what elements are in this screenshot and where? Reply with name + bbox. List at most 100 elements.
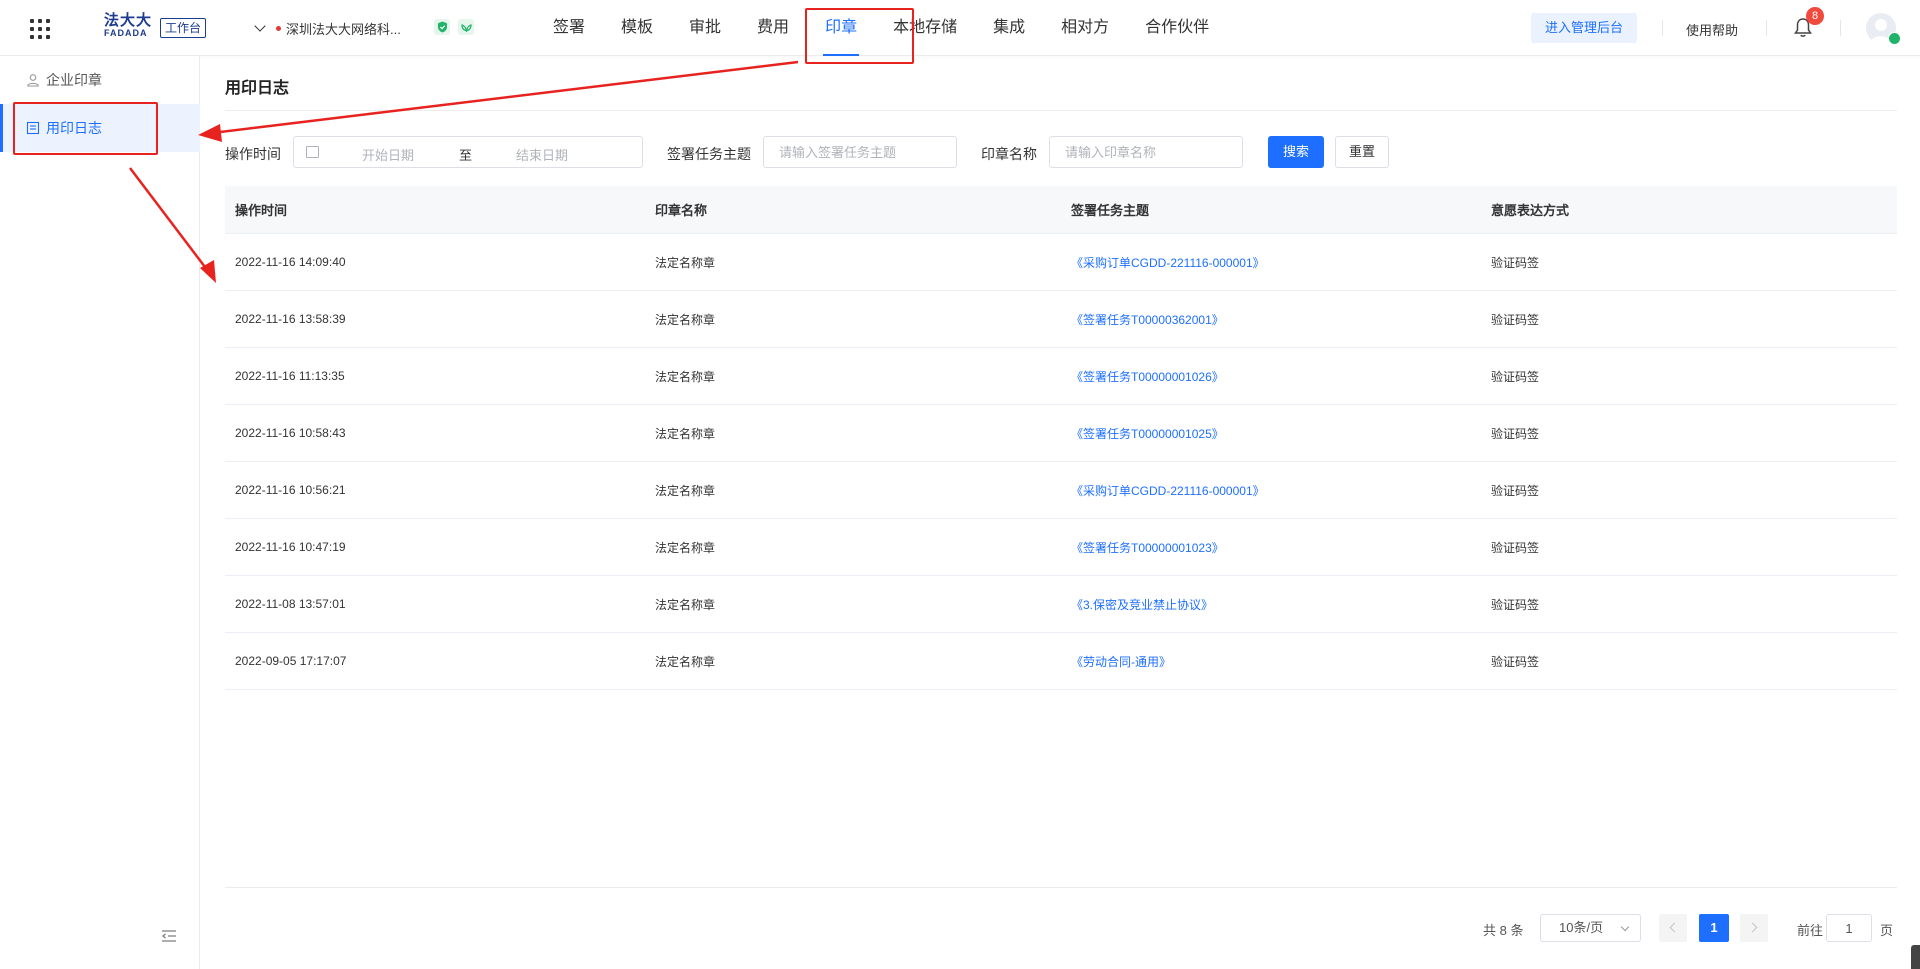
nav-approval[interactable]: 审批: [671, 0, 739, 56]
leaf-icon[interactable]: [458, 19, 474, 35]
cell-intent-method: 验证码签: [1491, 312, 1540, 327]
annotation-highlight-box: [805, 8, 914, 64]
nav-fees[interactable]: 费用: [739, 0, 807, 56]
end-date-placeholder[interactable]: 结束日期: [516, 145, 568, 164]
cell-task-topic-link[interactable]: 《签署任务T00000362001》: [1061, 311, 1479, 328]
cell-intent-method: 验证码签: [1491, 654, 1540, 669]
cell-task-topic-link[interactable]: 《采购订单CGDD-221116-000001》: [1061, 482, 1479, 499]
seal-log-table: 操作时间 印章名称 签署任务主题 意愿表达方式 2022-11-16 14:09…: [225, 186, 1897, 690]
cell-task-topic-link[interactable]: 《签署任务T00000001023》: [1061, 539, 1479, 556]
date-range-picker[interactable]: 开始日期 至 结束日期: [293, 136, 643, 168]
cell-seal-name: 法定名称章: [655, 654, 716, 669]
cell-intent-method: 验证码签: [1491, 597, 1540, 612]
pagination-total: 共 8 条: [1483, 923, 1524, 938]
prev-page-button[interactable]: [1659, 914, 1687, 942]
table-row: 2022-11-16 10:47:19 法定名称章 《签署任务T0000000102…: [225, 519, 1897, 576]
cell-time: 2022-11-16 13:58:39: [235, 312, 346, 326]
page-size-select[interactable]: 10条/页: [1540, 914, 1641, 942]
admin-console-button[interactable]: 进入管理后台: [1531, 13, 1637, 43]
page-number-current[interactable]: 1: [1699, 914, 1729, 942]
table-row: 2022-11-16 13:58:39 法定名称章 《签署任务T0000036200…: [225, 291, 1897, 348]
goto-page-input[interactable]: [1826, 914, 1872, 942]
cell-time: 2022-11-16 10:58:43: [235, 426, 346, 440]
cell-seal-name: 法定名称章: [655, 426, 716, 441]
cell-task-topic-link[interactable]: 《劳动合同-通用》: [1061, 653, 1479, 670]
sidebar-item-company-seals[interactable]: 企业印章: [0, 56, 200, 104]
calendar-icon: [306, 146, 319, 158]
nav-template[interactable]: 模板: [603, 0, 671, 56]
cell-task-topic-link[interactable]: 《签署任务T00000001026》: [1061, 368, 1479, 385]
cell-intent-method: 验证码签: [1491, 483, 1540, 498]
notification-badge: 8: [1806, 7, 1824, 25]
chevron-down-icon: [254, 20, 266, 32]
sidebar-item-label: 企业印章: [46, 72, 102, 88]
cell-intent-method: 验证码签: [1491, 255, 1540, 270]
cell-time: 2022-11-16 14:09:40: [235, 255, 346, 269]
seal-name-input[interactable]: [1049, 136, 1243, 168]
logo-text: 法大大: [104, 12, 153, 29]
table-row: 2022-11-16 10:58:43 法定名称章 《签署任务T0000000102…: [225, 405, 1897, 462]
column-header: 意愿表达方式: [1491, 203, 1570, 218]
scrollbar-handle[interactable]: [1911, 945, 1920, 969]
cell-time: 2022-11-16 10:56:21: [235, 483, 346, 497]
table-row: 2022-11-16 14:09:40 法定名称章 《采购订单CGDD-221116…: [225, 234, 1897, 291]
cell-seal-name: 法定名称章: [655, 483, 716, 498]
top-bar: 法大大 FADADA 工作台 深圳法大大网络科... 签署 模板 审批 费用 印…: [0, 0, 1920, 56]
start-date-placeholder[interactable]: 开始日期: [362, 145, 414, 164]
column-header: 操作时间: [235, 203, 288, 218]
table-body: 2022-11-16 14:09:40 法定名称章 《采购订单CGDD-221116…: [225, 234, 1897, 690]
cell-time: 2022-09-05 17:17:07: [235, 654, 347, 668]
divider: [1662, 20, 1663, 36]
cell-seal-name: 法定名称章: [655, 312, 716, 327]
chevron-right-icon: [1747, 922, 1758, 933]
table-header: 操作时间 印章名称 签署任务主题 意愿表达方式: [225, 186, 1897, 234]
page-title: 用印日志: [225, 80, 290, 97]
collapse-sidebar-icon[interactable]: [161, 929, 177, 943]
column-header: 印章名称: [655, 203, 708, 218]
table-row: 2022-09-05 17:17:07 法定名称章 《劳动合同-通用》 验证码签: [225, 633, 1897, 690]
workbench-tag: 工作台: [160, 18, 207, 38]
cell-seal-name: 法定名称章: [655, 369, 716, 384]
divider: [225, 887, 1897, 888]
filter-time-label: 操作时间: [225, 146, 281, 162]
company-selector[interactable]: 深圳法大大网络科...: [254, 16, 401, 40]
status-dot: [276, 25, 281, 31]
verified-check-icon: [1888, 32, 1901, 45]
annotation-highlight-box: [13, 102, 158, 155]
column-header: 签署任务主题: [1071, 203, 1150, 218]
user-icon: [26, 73, 40, 87]
cell-seal-name: 法定名称章: [655, 540, 716, 555]
table-row: 2022-11-16 11:13:35 法定名称章 《签署任务T0000000102…: [225, 348, 1897, 405]
help-link[interactable]: 使用帮助: [1686, 20, 1738, 39]
filter-topic-label: 签署任务主题: [667, 146, 751, 162]
cell-task-topic-link[interactable]: 《签署任务T00000001025》: [1061, 425, 1479, 442]
next-page-button[interactable]: [1740, 914, 1768, 942]
cell-intent-method: 验证码签: [1491, 426, 1540, 441]
cell-intent-method: 验证码签: [1491, 369, 1540, 384]
cell-intent-method: 验证码签: [1491, 540, 1540, 555]
search-button[interactable]: 搜索: [1268, 136, 1324, 168]
nav-sign[interactable]: 签署: [535, 0, 603, 56]
cell-time: 2022-11-16 10:47:19: [235, 540, 346, 554]
reset-button[interactable]: 重置: [1335, 136, 1389, 168]
cell-seal-name: 法定名称章: [655, 255, 716, 270]
nav-integration[interactable]: 集成: [975, 0, 1043, 56]
verified-shield-icon[interactable]: [434, 19, 450, 35]
cell-task-topic-link[interactable]: 《采购订单CGDD-221116-000001》: [1061, 254, 1479, 271]
filter-seal-label: 印章名称: [981, 146, 1037, 162]
logo[interactable]: 法大大 FADADA: [104, 13, 154, 43]
topic-search-input[interactable]: [763, 136, 957, 168]
goto-label: 前往: [1797, 923, 1824, 938]
logo-subtext: FADADA: [104, 28, 148, 38]
apps-grid-icon[interactable]: [30, 19, 50, 39]
divider: [225, 110, 1897, 111]
table-row: 2022-11-16 10:56:21 法定名称章 《采购订单CGDD-221116…: [225, 462, 1897, 519]
nav-counterparty[interactable]: 相对方: [1043, 0, 1127, 56]
range-separator: 至: [459, 148, 473, 163]
nav-partners[interactable]: 合作伙伴: [1127, 0, 1227, 56]
cell-task-topic-link[interactable]: 《3.保密及竞业禁止协议》: [1061, 596, 1479, 613]
cell-time: 2022-11-16 11:13:35: [235, 369, 345, 383]
divider: [1766, 20, 1767, 36]
chevron-left-icon: [1669, 922, 1680, 933]
sidebar: 企业印章 用印日志: [0, 56, 200, 969]
